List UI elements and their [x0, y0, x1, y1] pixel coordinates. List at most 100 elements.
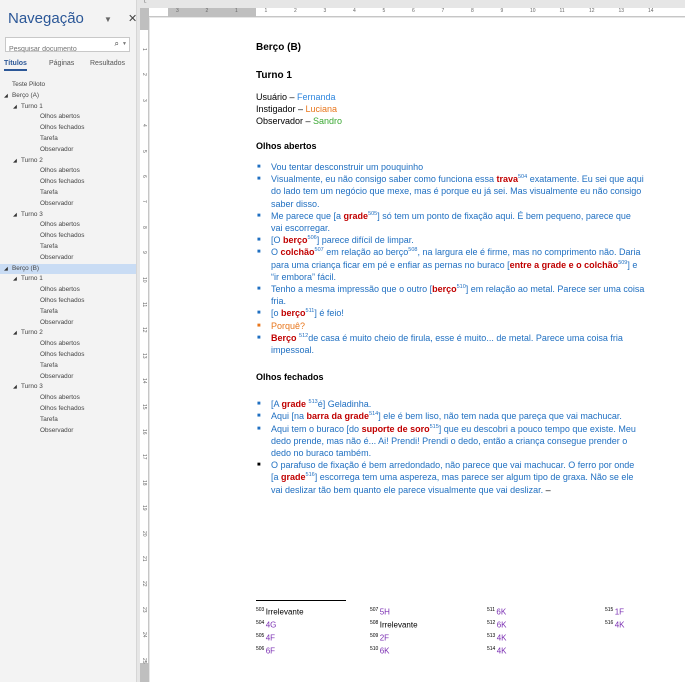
nav-heading-item[interactable]: Olhos abertos — [0, 339, 136, 350]
nav-heading-item[interactable]: ◢ Turno 1 — [0, 274, 136, 285]
document-body[interactable]: Berço (B) Turno 1 Usuário – Fernanda Ins… — [256, 42, 685, 496]
nav-heading-label: Tarefa — [40, 361, 58, 369]
ruler-tick-label: 4 — [353, 8, 356, 14]
nav-heading-item[interactable]: Teste Piloto — [0, 80, 136, 91]
nav-heading-label: Olhos fechados — [40, 124, 85, 132]
nav-heading-item[interactable]: ◢ Berço (B) — [0, 263, 136, 275]
footnote-value: 4K — [614, 620, 625, 630]
close-icon[interactable]: ✕ — [128, 12, 137, 25]
nav-heading-label: Observador — [40, 372, 74, 380]
nav-heading-item[interactable]: Observador — [0, 426, 136, 437]
list-item: ■ Porquê? — [257, 320, 306, 331]
collapse-triangle-icon[interactable]: ◢ — [4, 264, 8, 275]
ruler-tick-label: 9 — [500, 8, 504, 14]
nav-heading-item[interactable]: Observador — [0, 253, 136, 264]
bullet-list-abertos: ■ Vou tentar desconstruir um pouquinho ■ V… — [256, 161, 685, 356]
ruler-margin-area — [168, 8, 256, 17]
ruler-tick-label: 3 — [141, 98, 147, 102]
nav-heading-item[interactable]: Olhos fechados — [0, 350, 136, 361]
nav-heading-label: Olhos fechados — [40, 232, 85, 240]
vertical-ruler[interactable]: 1 2 3 4 5 6 7 8 9 10 11 12 13 14 15 16 17 18 19 20 21 22 23 24 2… — [140, 8, 149, 682]
horizontal-ruler[interactable]: 3 2 1 1 2 3 4 5 6 7 8 9 10 11 12 13 14 — [146, 8, 685, 17]
nav-heading-item[interactable]: Olhos abertos — [0, 285, 136, 296]
ruler-tick-label: 4 — [141, 124, 147, 127]
collapse-triangle-icon[interactable]: ◢ — [13, 156, 17, 167]
nav-heading-item[interactable]: Olhos fechados — [0, 404, 136, 415]
collapse-triangle-icon[interactable]: ◢ — [13, 328, 17, 339]
footnote: 505 4F — [256, 631, 304, 644]
footnote-value: 4F — [265, 633, 276, 643]
footnote-separator — [256, 600, 346, 601]
nav-heading-item[interactable]: Olhos abertos — [0, 220, 136, 231]
nav-heading-item[interactable]: Tarefa — [0, 361, 136, 372]
ruler-tab-selector[interactable]: └ — [140, 0, 149, 8]
nav-heading-item[interactable]: Olhos fechados — [0, 296, 136, 307]
footnote-value: Irrelevante — [379, 620, 418, 630]
footnote: 514 4K — [487, 644, 507, 657]
nav-heading-item[interactable]: Olhos abertos — [0, 112, 136, 123]
nav-heading-label: Olhos fechados — [40, 404, 85, 412]
nav-heading-item[interactable]: Tarefa — [0, 307, 136, 318]
nav-heading-label: Turno 1 — [21, 275, 43, 283]
footnote-number: 508 — [370, 620, 380, 627]
search-input[interactable] — [6, 43, 106, 56]
nav-heading-item[interactable]: Observador — [0, 372, 136, 383]
tab-titulos[interactable]: Títulos — [4, 60, 27, 71]
nav-heading-item[interactable]: ◢ Turno 1 — [0, 102, 136, 113]
nav-heading-item[interactable]: Olhos abertos — [0, 393, 136, 404]
footnote-number: 503 — [256, 607, 266, 613]
footnote-number: 516 — [605, 620, 615, 627]
nav-heading-label: Olhos fechados — [40, 350, 85, 358]
search-box[interactable]: ⌕ ▼ — [5, 37, 130, 56]
nav-heading-item[interactable]: Observador — [0, 145, 136, 156]
ruler-tick-label: 9 — [141, 251, 147, 254]
nav-tabs: Títulos Páginas Resultados — [4, 60, 132, 74]
tab-resultados[interactable]: Resultados — [90, 60, 125, 67]
list-item: dedo no buraco também. — [271, 448, 372, 459]
nav-heading-item[interactable]: Tarefa — [0, 242, 136, 253]
footnote-number: 509 — [370, 633, 380, 640]
nav-heading-item[interactable]: Olhos fechados — [0, 177, 136, 188]
nav-heading-item[interactable]: Tarefa — [0, 188, 136, 199]
ruler-tick-label: 3 — [323, 8, 327, 14]
role-label: Observador – — [256, 116, 314, 126]
footnote-number: 505 — [256, 633, 266, 640]
role-usuario: Usuário – Fernanda — [256, 91, 685, 103]
section-olhos-abertos: Olhos abertos — [256, 141, 317, 151]
list-item: ■ [o berço511] é feio! — [257, 308, 344, 319]
nav-heading-item[interactable]: ◢ Turno 3 — [0, 210, 136, 221]
tab-paginas[interactable]: Páginas — [49, 60, 74, 67]
nav-heading-item[interactable]: ◢ Turno 3 — [0, 382, 136, 393]
nav-heading-item[interactable]: ◢ Turno 2 — [0, 328, 136, 339]
nav-heading-item[interactable]: Tarefa — [0, 134, 136, 145]
document-page[interactable]: Berço (B) Turno 1 Usuário – Fernanda Ins… — [150, 18, 685, 682]
nav-heading-item[interactable]: Observador — [0, 199, 136, 210]
chevron-down-icon[interactable]: ▼ — [104, 15, 112, 24]
footnote-value: Irrelevante — [265, 607, 304, 617]
search-icon[interactable]: ⌕ — [115, 39, 119, 49]
nav-heading-item[interactable]: Olhos fechados — [0, 231, 136, 242]
nav-heading-label: Turno 3 — [21, 383, 43, 391]
collapse-triangle-icon[interactable]: ◢ — [13, 274, 17, 285]
nav-heading-item[interactable]: Olhos abertos — [0, 166, 136, 177]
ruler-tick-label: 22 — [141, 581, 147, 587]
list-item: ■ [O berço506] parece difícil de limpar. — [257, 235, 414, 246]
nav-heading-item[interactable]: Olhos fechados — [0, 123, 136, 134]
ruler-tick-label: 11 — [141, 302, 147, 308]
ruler-tick-label: 8 — [471, 8, 474, 14]
nav-heading-item[interactable]: Observador — [0, 318, 136, 329]
nav-heading-label: Turno 2 — [21, 156, 43, 164]
footnote-number: 514 — [487, 646, 497, 653]
collapse-triangle-icon[interactable]: ◢ — [13, 210, 17, 221]
nav-heading-item[interactable]: ◢ Turno 2 — [0, 156, 136, 167]
nav-heading-label: Observador — [40, 318, 74, 326]
list-item: ■ Me parece que [a grade505] só tem um po… — [257, 210, 631, 221]
collapse-triangle-icon[interactable]: ◢ — [4, 91, 8, 102]
ruler-tick-label: 14 — [648, 8, 654, 14]
footnote: 511 6K — [487, 605, 507, 618]
collapse-triangle-icon[interactable]: ◢ — [13, 102, 17, 113]
collapse-triangle-icon[interactable]: ◢ — [13, 382, 17, 393]
nav-heading-item[interactable]: ◢ Berço (A) — [0, 91, 136, 102]
nav-heading-item[interactable]: Tarefa — [0, 415, 136, 426]
search-dropdown-icon[interactable]: ▼ — [122, 41, 127, 47]
